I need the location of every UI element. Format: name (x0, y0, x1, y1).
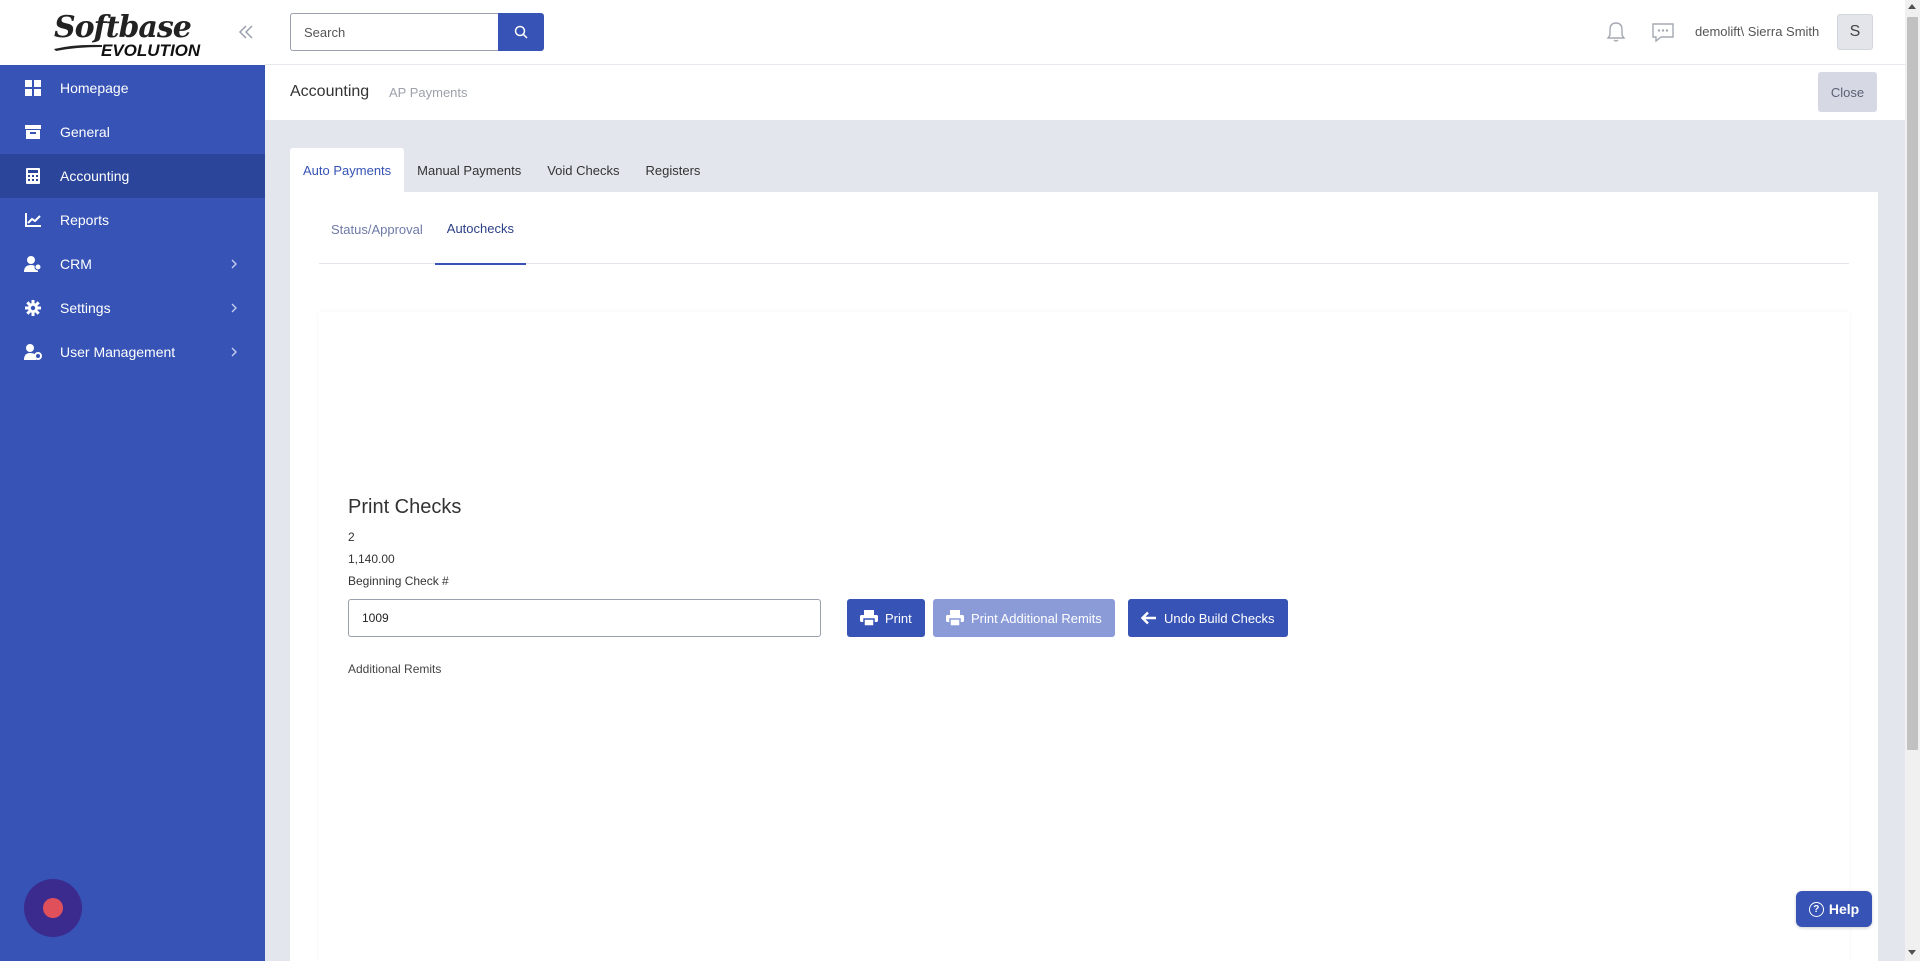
user-gear-icon (24, 343, 42, 361)
beginning-check-input[interactable] (348, 599, 821, 637)
sidebar-item-crm[interactable]: CRM (0, 242, 265, 286)
sidebar: Softbase EVOLUTION Homepage General Acco… (0, 0, 265, 961)
subtab-autochecks[interactable]: Autochecks (434, 193, 526, 265)
bell-icon[interactable] (1605, 21, 1627, 43)
sidebar-item-general[interactable]: General (0, 110, 265, 154)
calculator-icon (24, 167, 42, 185)
record-dot-icon (43, 898, 63, 918)
sidebar-item-homepage[interactable]: Homepage (0, 66, 265, 110)
main-tabs: Auto Payments Manual Payments Void Check… (290, 148, 713, 192)
sidebar-item-label: Settings (60, 300, 111, 316)
grid-icon (24, 79, 42, 97)
chevron-right-icon (231, 303, 237, 313)
line-chart-icon (24, 211, 42, 229)
archive-box-icon (24, 123, 42, 141)
tab-void-checks[interactable]: Void Checks (534, 148, 632, 192)
sidebar-item-label: CRM (60, 256, 92, 272)
avatar[interactable]: S (1837, 14, 1873, 50)
help-label: Help (1828, 901, 1860, 917)
chat-icon[interactable] (1651, 21, 1675, 43)
user-name[interactable]: demolift\ Sierra Smith (1695, 24, 1819, 39)
search-bar (290, 13, 544, 51)
sidebar-item-accounting[interactable]: Accounting (0, 154, 265, 198)
people-icon (24, 255, 42, 273)
sidebar-item-label: User Management (60, 344, 176, 360)
search-button[interactable] (498, 13, 544, 51)
collapse-sidebar-icon[interactable] (236, 22, 256, 42)
record-button[interactable] (24, 879, 82, 937)
sidebar-item-label: Homepage (60, 80, 129, 96)
scroll-thumb[interactable] (1907, 17, 1918, 750)
printer-icon (860, 610, 878, 626)
tab-manual-payments[interactable]: Manual Payments (404, 148, 534, 192)
sidebar-item-label: Accounting (60, 168, 130, 184)
search-input[interactable] (290, 13, 498, 51)
tab-panel: Status/Approval Autochecks Print Checks … (290, 192, 1878, 961)
logo-swoosh-icon (54, 44, 102, 51)
subtab-status-approval[interactable]: Status/Approval (319, 193, 435, 265)
arrow-left-icon (1141, 611, 1156, 625)
sub-tabs: Status/Approval Autochecks (319, 192, 1849, 265)
print-additional-remits-label: Print Additional Remits (971, 610, 1102, 626)
chevron-right-icon (231, 347, 237, 357)
page-subtitle: AP Payments (389, 85, 468, 100)
search-icon (514, 25, 528, 39)
sidebar-item-settings[interactable]: Settings (0, 286, 265, 330)
top-bar: demolift\ Sierra Smith S (265, 0, 1905, 65)
logo-text-main: Softbase (54, 10, 192, 45)
page-header: Accounting AP Payments Close (265, 65, 1905, 120)
print-additional-remits-button[interactable]: Print Additional Remits (933, 599, 1115, 637)
chevron-right-icon (231, 259, 237, 269)
sidebar-item-label: Reports (60, 212, 110, 228)
undo-build-checks-button[interactable]: Undo Build Checks (1128, 599, 1288, 637)
gear-icon (24, 299, 42, 317)
print-checks-title: Print Checks (348, 496, 462, 518)
sidebar-item-label: General (60, 124, 110, 140)
page-title: Accounting (290, 83, 370, 100)
scroll-up-arrow-icon[interactable] (1908, 4, 1916, 9)
check-total-amount: 1,140.00 (348, 552, 395, 566)
question-icon: ? (1808, 901, 1824, 917)
additional-remits-label: Additional Remits (348, 662, 442, 676)
beginning-check-label: Beginning Check # (348, 574, 449, 588)
check-count: 2 (348, 530, 355, 544)
scroll-down-arrow-icon[interactable] (1908, 950, 1916, 955)
page-scrollbar[interactable] (1905, 0, 1920, 961)
help-button[interactable]: ? Help (1796, 891, 1872, 927)
print-button[interactable]: Print (847, 599, 925, 637)
sidebar-item-reports[interactable]: Reports (0, 198, 265, 242)
sidebar-item-user-management[interactable]: User Management (0, 330, 265, 374)
print-button-label: Print (885, 610, 912, 626)
softbase-logo[interactable]: Softbase EVOLUTION (54, 10, 202, 60)
undo-build-checks-label: Undo Build Checks (1164, 610, 1275, 626)
printer-icon (946, 610, 964, 626)
close-button[interactable]: Close (1818, 72, 1877, 112)
tab-registers[interactable]: Registers (632, 148, 713, 192)
logo-area: Softbase EVOLUTION (0, 0, 265, 65)
tab-auto-payments[interactable]: Auto Payments (290, 148, 405, 192)
sidebar-nav: Homepage General Accounting Reports CRM (0, 65, 265, 374)
logo-text-sub: EVOLUTION (101, 41, 201, 60)
